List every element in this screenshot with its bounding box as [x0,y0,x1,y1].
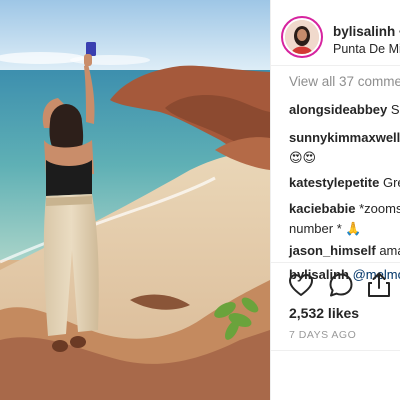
post-actions: 2,532 likes 7 DAYS AGO [271,262,400,341]
comment-text: *zooms [359,201,400,216]
comment-item: alongsideabbey So [289,100,400,128]
beach-photo [0,0,270,400]
post-header: bylisalinh • Punta De Mita [271,0,400,66]
comment-text-continued: number * 🙏 [289,221,362,236]
comment-text: 😍😍 [289,150,317,165]
post-side-panel: bylisalinh • Punta De Mita View all 37 c… [270,0,400,400]
post-photo[interactable] [0,0,270,400]
username-row: bylisalinh • [333,24,400,39]
avatar-image [285,20,319,54]
view-all-comments-link[interactable]: View all 37 comments [289,72,400,100]
comment-author[interactable]: katestylepetite [289,175,379,190]
comment-author[interactable]: alongsideabbey [289,102,387,117]
comment-text: ama [379,243,400,258]
add-comment-area[interactable] [271,350,400,400]
comment-button[interactable] [327,271,355,299]
comment-author[interactable]: jason_himself [289,243,376,258]
comment-text: Gre [382,175,400,190]
location-link[interactable]: Punta De Mita [333,42,400,56]
username-link[interactable]: bylisalinh [333,24,395,39]
comment-author[interactable]: sunnykimmaxwell [289,130,400,145]
likes-count[interactable]: 2,532 likes [289,305,359,321]
comment-text: So [390,102,400,117]
comment-item: sunnykimmaxwell 😍😍 [289,128,400,171]
comment-item: kaciebabie *zooms number * 🙏 [289,199,400,239]
heart-outline-icon [289,274,313,296]
like-button[interactable] [287,271,315,299]
avatar[interactable] [281,16,323,58]
share-button[interactable] [365,271,393,299]
speech-bubble-icon [329,273,353,297]
comments-list: View all 37 comments alongsideabbey So s… [289,70,400,285]
post-timestamp: 7 DAYS AGO [289,329,357,341]
share-upload-icon [368,272,390,297]
comment-item: katestylepetite Gre [289,173,400,193]
comment-author[interactable]: kaciebabie [289,201,356,216]
comment-item: jason_himself ama [289,241,400,263]
